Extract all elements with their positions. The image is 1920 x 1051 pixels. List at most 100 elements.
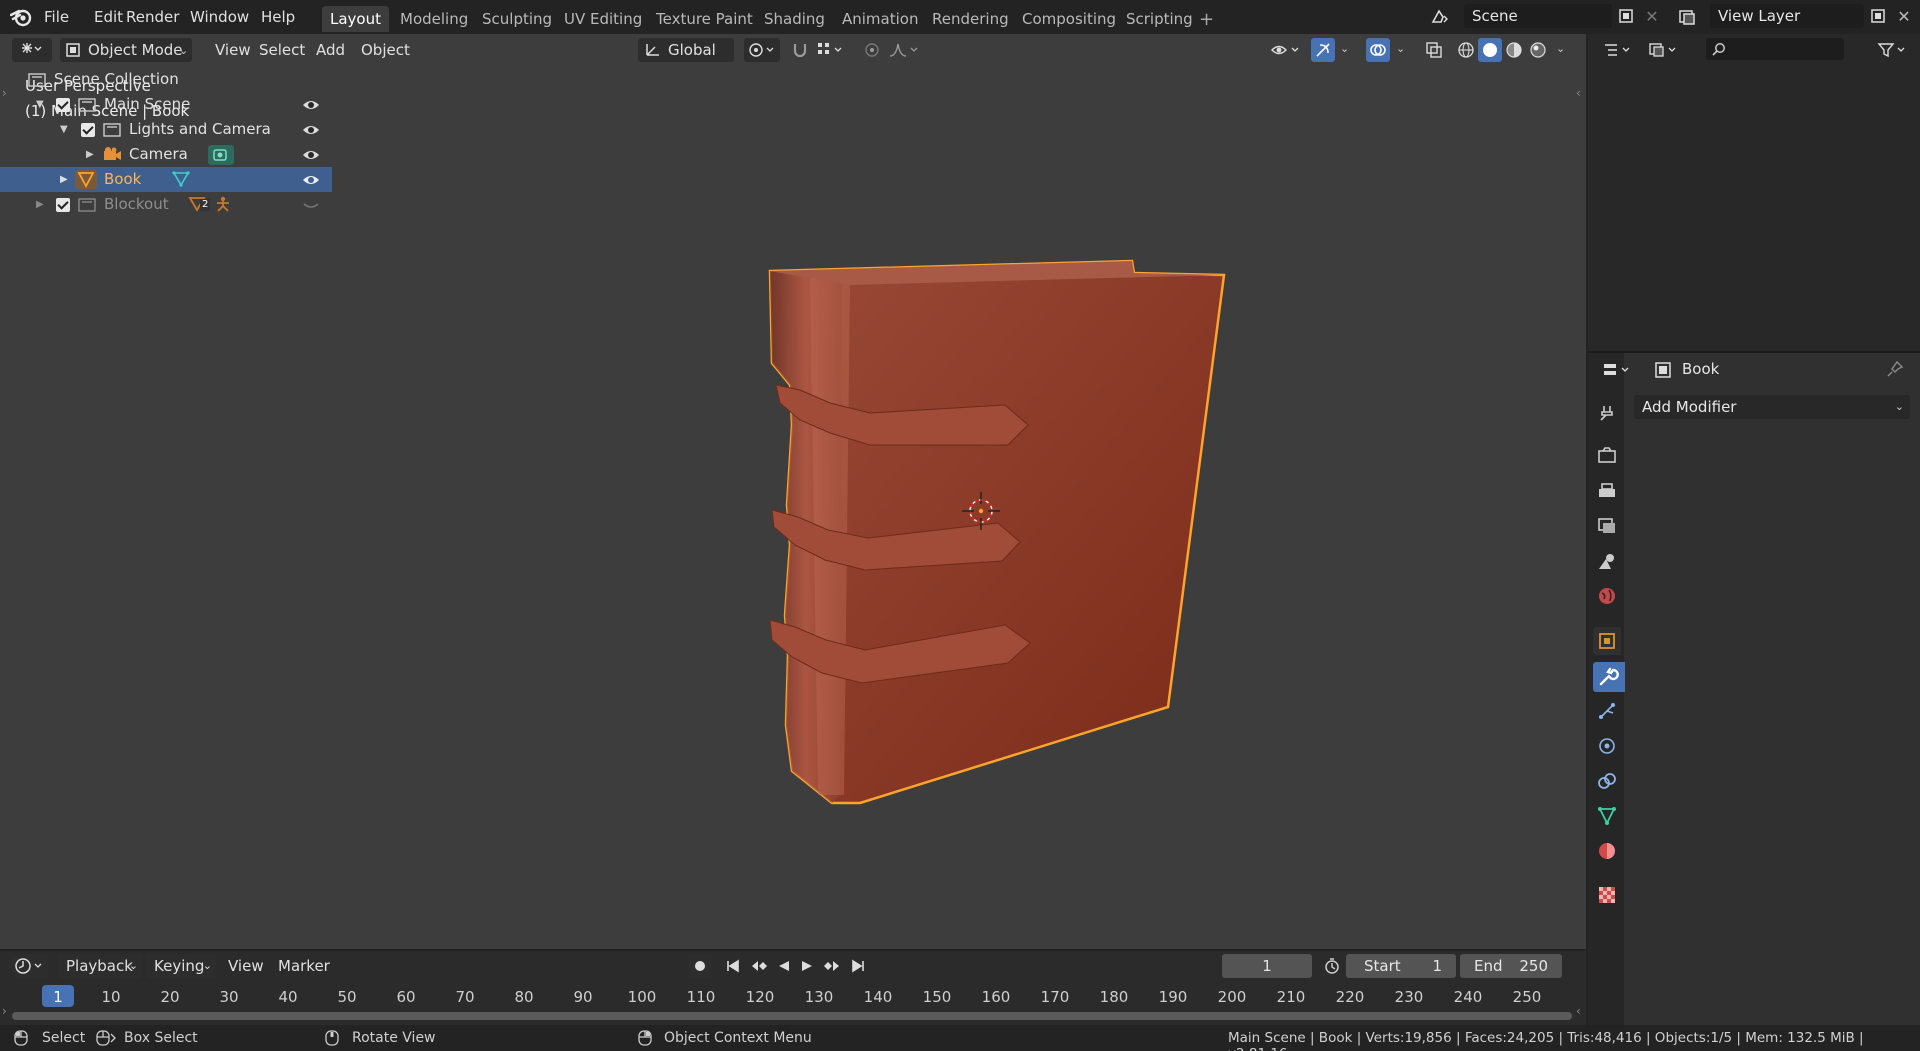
menu-help[interactable]: Help [254, 6, 302, 28]
menu-add[interactable]: Add [308, 38, 353, 62]
tab-rendering[interactable]: Rendering [924, 6, 1017, 32]
add-workspace-icon[interactable]: + [1199, 9, 1214, 30]
tab-shading[interactable]: Shading [756, 6, 833, 32]
particles-tab-icon[interactable] [1596, 700, 1618, 722]
object-tab-icon[interactable] [1596, 630, 1618, 652]
view-layer-tab-icon[interactable] [1596, 515, 1618, 537]
rendered-shading-icon[interactable] [1526, 38, 1550, 62]
expand-arrow-icon[interactable]: ▶ [60, 167, 68, 192]
jump-end-icon[interactable] [850, 959, 866, 973]
shading-dropdown-icon[interactable]: ⌄ [1556, 42, 1565, 55]
current-frame-field[interactable]: 1 [1222, 954, 1312, 978]
outliner-row-main-scene[interactable]: ▼ Main Scene [0, 92, 332, 117]
render-tab-icon[interactable] [1596, 445, 1618, 467]
output-tab-icon[interactable] [1596, 480, 1618, 502]
pin-icon[interactable] [1886, 360, 1904, 378]
timeline-left-arrow-icon[interactable]: › [2, 1004, 7, 1018]
scene-selector-icon[interactable] [1428, 5, 1452, 29]
world-tab-icon[interactable] [1596, 585, 1618, 607]
gizmo-dropdown-icon[interactable]: ⌄ [1340, 42, 1349, 55]
exclude-checkbox[interactable] [56, 198, 70, 212]
outliner-row-book[interactable]: ▶ Book [0, 167, 332, 192]
next-keyframe-icon[interactable] [823, 959, 841, 973]
tab-uv-editing[interactable]: UV Editing [556, 6, 650, 32]
eye-icon[interactable] [302, 173, 320, 187]
blender-logo-icon[interactable] [10, 7, 32, 27]
editor-type-button[interactable] [12, 38, 52, 62]
prev-keyframe-icon[interactable] [750, 959, 768, 973]
constraints-tab-icon[interactable] [1596, 770, 1618, 792]
pivot-point-icon[interactable] [744, 38, 780, 62]
record-icon[interactable] [688, 954, 712, 978]
wireframe-shading-icon[interactable] [1454, 38, 1478, 62]
eye-icon[interactable] [302, 98, 320, 112]
xray-toggle-icon[interactable] [1422, 38, 1446, 62]
menu-render[interactable]: Render [119, 6, 186, 28]
view-layer-icon[interactable] [1676, 5, 1700, 29]
timeline-marker-menu[interactable]: Marker [270, 954, 338, 978]
preview-range-stopwatch-icon[interactable] [1320, 954, 1344, 978]
tab-animation[interactable]: Animation [834, 6, 926, 32]
outliner-filter-icon[interactable] [1874, 38, 1910, 62]
snap-toggle-icon[interactable] [788, 38, 812, 62]
eye-icon[interactable] [302, 123, 320, 137]
delete-scene-icon[interactable]: ✕ [1640, 4, 1664, 28]
timeline-view-menu[interactable]: View [220, 954, 272, 978]
keying-dropdown[interactable]: Keying ⌄ [146, 954, 216, 978]
expand-arrow-icon[interactable]: ▼ [36, 92, 44, 117]
view-layer-field[interactable]: View Layer [1710, 4, 1864, 28]
outliner-row-scene-collection[interactable]: Scene Collection [0, 67, 332, 92]
object-data-tab-icon[interactable] [1596, 805, 1618, 827]
outliner-search-input[interactable] [1706, 38, 1844, 60]
properties-editor-type-icon[interactable] [1600, 358, 1636, 382]
new-scene-icon[interactable] [1614, 4, 1638, 28]
menu-select[interactable]: Select [251, 38, 313, 62]
add-modifier-dropdown[interactable]: Add Modifier ⌄ [1634, 395, 1910, 419]
camera-data-icon[interactable] [208, 145, 234, 165]
tab-texture-paint[interactable]: Texture Paint [648, 6, 761, 32]
tab-modeling[interactable]: Modeling [392, 6, 476, 32]
play-reverse-icon[interactable] [777, 959, 791, 973]
tab-sculpting[interactable]: Sculpting [474, 6, 560, 32]
visibility-selector-icon[interactable] [1268, 38, 1304, 62]
overlays-toggle-icon[interactable] [1366, 38, 1390, 62]
overlays-dropdown-icon[interactable]: ⌄ [1396, 42, 1405, 55]
start-frame-field[interactable]: Start 1 [1346, 954, 1456, 978]
new-view-layer-icon[interactable] [1866, 4, 1890, 28]
gizmo-toggle-icon[interactable] [1311, 38, 1335, 62]
exclude-checkbox[interactable] [56, 98, 70, 112]
physics-tab-icon[interactable] [1596, 735, 1618, 757]
outliner-row-lights-and-camera[interactable]: ▼ Lights and Camera [0, 117, 332, 142]
tab-layout[interactable]: Layout [322, 6, 389, 32]
proportional-falloff-icon[interactable] [886, 38, 922, 62]
solid-shading-icon[interactable] [1478, 38, 1502, 62]
proportional-editing-icon[interactable] [860, 38, 884, 62]
outliner-row-blockout[interactable]: ▶ Blockout 2 [0, 192, 332, 217]
jump-start-icon[interactable] [725, 959, 741, 973]
modifier-wrench-icon[interactable] [1597, 666, 1619, 688]
armature-icon[interactable] [214, 196, 232, 212]
expand-arrow-icon[interactable]: ▶ [86, 142, 94, 167]
snap-target-icon[interactable] [814, 38, 848, 62]
outliner-row-camera[interactable]: ▶ Camera [0, 142, 332, 167]
timeline-right-arrow-icon[interactable]: ‹ [1576, 1004, 1581, 1018]
tab-scripting[interactable]: Scripting [1118, 6, 1201, 32]
outliner-editor-type-icon[interactable] [1600, 38, 1636, 62]
timeline-editor-type-icon[interactable] [12, 954, 48, 978]
sidebar-arrow-icon[interactable]: ‹ [1576, 86, 1581, 100]
menu-object[interactable]: Object [353, 38, 418, 62]
menu-file[interactable]: File [37, 6, 76, 28]
tab-compositing[interactable]: Compositing [1014, 6, 1124, 32]
scene-name-field[interactable]: Scene [1464, 4, 1612, 28]
texture-tab-icon[interactable] [1596, 884, 1618, 906]
book-model[interactable] [740, 255, 1230, 815]
display-mode-icon[interactable] [1646, 38, 1682, 62]
play-icon[interactable] [800, 959, 814, 973]
playback-dropdown[interactable]: Playback ⌄ [58, 954, 142, 978]
expand-arrow-icon[interactable]: ▼ [60, 117, 68, 142]
tool-tab-icon[interactable] [1596, 402, 1618, 424]
exclude-checkbox[interactable] [81, 123, 95, 137]
eye-closed-icon[interactable] [302, 198, 320, 212]
material-tab-icon[interactable] [1596, 840, 1618, 862]
material-shading-icon[interactable] [1502, 38, 1526, 62]
